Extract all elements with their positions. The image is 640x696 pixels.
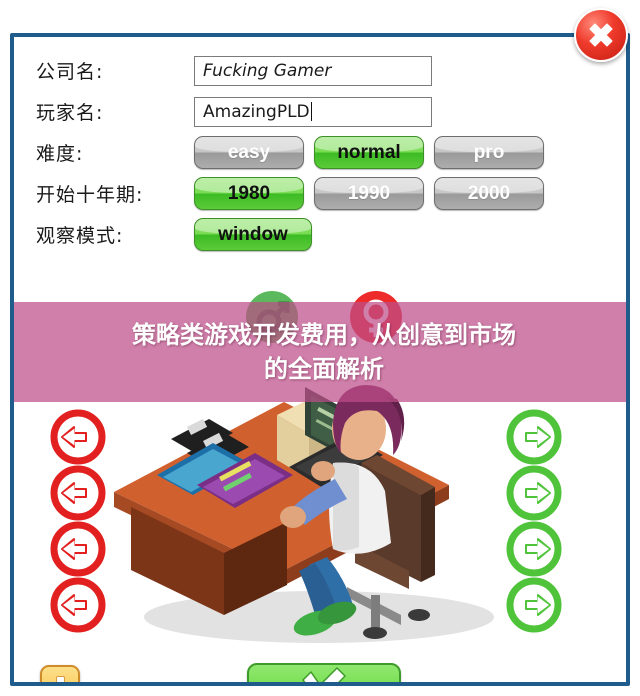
- viewmode-option-window[interactable]: window: [194, 218, 312, 251]
- new-game-dialog: 公司名: Fucking Gamer 玩家名: AmazingPLD 难度: e…: [10, 33, 630, 686]
- company-name-input[interactable]: Fucking Gamer: [194, 55, 432, 86]
- form-row-player: 玩家名: AmazingPLD: [24, 93, 624, 130]
- overlay-title-line1: 策略类游戏开发费用，从创意到市场: [132, 321, 516, 349]
- desk-developer-illustration: [109, 367, 529, 652]
- decade-option-2000-label: 2000: [467, 182, 511, 204]
- decade-option-1980[interactable]: 1980: [194, 177, 304, 210]
- checkmark-icon: [302, 667, 346, 682]
- form-row-viewmode: 观察模式: window: [24, 216, 624, 253]
- close-icon: [589, 23, 613, 47]
- overlay-title-line2: 的全面解析: [264, 355, 384, 383]
- previous-avatar-arrows: [50, 409, 106, 633]
- difficulty-option-normal-label: normal: [337, 141, 401, 163]
- info-button[interactable]: [40, 665, 80, 682]
- arrow-right-circle-icon[interactable]: [506, 409, 562, 465]
- difficulty-option-pro-label: pro: [473, 141, 505, 163]
- company-name-label: 公司名:: [36, 61, 104, 83]
- settings-form: 公司名: Fucking Gamer 玩家名: AmazingPLD 难度: e…: [24, 52, 624, 257]
- close-button[interactable]: [574, 8, 628, 62]
- difficulty-label: 难度:: [36, 143, 84, 165]
- difficulty-option-easy[interactable]: easy: [194, 136, 304, 169]
- overlay-title: 策略类游戏开发费用，从创意到市场 的全面解析: [44, 318, 604, 386]
- arrow-right-circle-icon[interactable]: [506, 465, 562, 521]
- viewmode-label: 观察模式:: [36, 225, 124, 247]
- arrow-left-circle-icon[interactable]: [50, 577, 106, 633]
- form-row-difficulty: 难度: easy normal pro: [24, 134, 624, 171]
- decade-option-2000[interactable]: 2000: [434, 177, 544, 210]
- player-name-label: 玩家名:: [36, 102, 104, 124]
- decade-option-1990[interactable]: 1990: [314, 177, 424, 210]
- difficulty-option-pro[interactable]: pro: [434, 136, 544, 169]
- form-row-decade: 开始十年期: 1980 1990 2000: [24, 175, 624, 212]
- company-name-value: Fucking Gamer: [203, 60, 332, 81]
- arrow-right-circle-icon[interactable]: [506, 521, 562, 577]
- confirm-button[interactable]: [247, 663, 401, 682]
- player-name-value: AmazingPLD: [203, 101, 310, 122]
- difficulty-option-normal[interactable]: normal: [314, 136, 424, 169]
- decade-label: 开始十年期:: [36, 184, 144, 206]
- decade-option-1990-label: 1990: [347, 182, 391, 204]
- arrow-left-circle-icon[interactable]: [50, 521, 106, 577]
- overlay-title-band: 策略类游戏开发费用，从创意到市场 的全面解析: [14, 302, 626, 402]
- viewmode-option-window-label: window: [218, 223, 288, 245]
- info-button-icon: [55, 676, 65, 682]
- form-row-company: 公司名: Fucking Gamer: [24, 52, 624, 89]
- arrow-left-circle-icon[interactable]: [50, 465, 106, 521]
- arrow-left-circle-icon[interactable]: [50, 409, 106, 465]
- next-avatar-arrows: [506, 409, 562, 633]
- player-name-input[interactable]: AmazingPLD: [194, 96, 432, 127]
- arrow-right-circle-icon[interactable]: [506, 577, 562, 633]
- screenshot-root: 公司名: Fucking Gamer 玩家名: AmazingPLD 难度: e…: [0, 0, 640, 696]
- text-caret: [310, 102, 312, 121]
- decade-option-1980-label: 1980: [227, 182, 271, 204]
- difficulty-option-easy-label: easy: [227, 141, 271, 163]
